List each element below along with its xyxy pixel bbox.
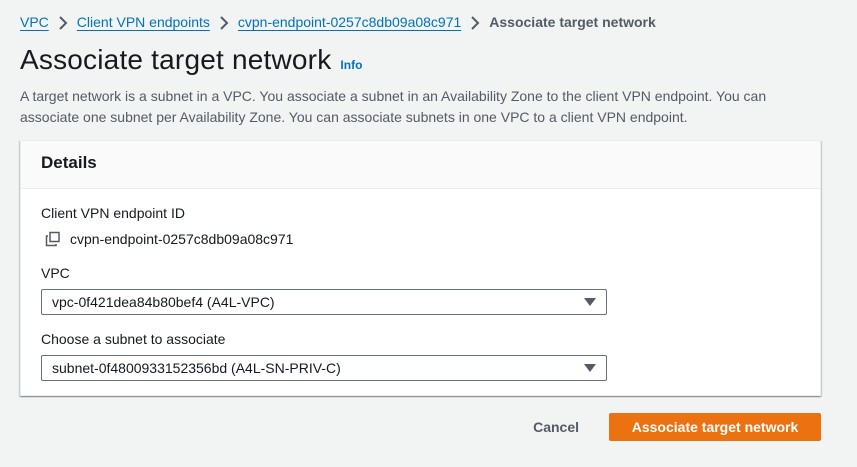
copy-icon[interactable] xyxy=(45,231,61,247)
page-title: Associate target network xyxy=(20,44,332,75)
associate-target-network-button[interactable]: Associate target network xyxy=(609,413,821,441)
subnet-label: Choose a subnet to associate xyxy=(41,331,226,347)
form-actions: Cancel Associate target network xyxy=(523,413,821,441)
breadcrumb-current: Associate target network xyxy=(489,14,656,31)
details-panel-header: Details xyxy=(21,141,820,189)
breadcrumb-vpc[interactable]: VPC xyxy=(20,14,49,30)
info-link[interactable]: Info xyxy=(340,58,362,72)
details-panel: Details Client VPN endpoint ID cvpn-endp… xyxy=(20,140,821,396)
endpoint-id-value: cvpn-endpoint-0257c8db09a08c971 xyxy=(70,231,294,247)
subnet-select-value: subnet-0f4800933152356bd (A4L-SN-PRIV-C) xyxy=(52,360,341,376)
caret-down-icon xyxy=(584,298,596,306)
endpoint-id-label: Client VPN endpoint ID xyxy=(41,205,185,221)
endpoint-id-row: cvpn-endpoint-0257c8db09a08c971 xyxy=(45,231,293,247)
chevron-right-icon xyxy=(49,14,77,31)
cancel-button[interactable]: Cancel xyxy=(523,413,589,441)
breadcrumb-client-vpn-endpoints[interactable]: Client VPN endpoints xyxy=(77,14,210,30)
subnet-select[interactable]: subnet-0f4800933152356bd (A4L-SN-PRIV-C) xyxy=(41,355,607,381)
page-header: Associate target network Info xyxy=(20,44,362,76)
breadcrumb-endpoint-id[interactable]: cvpn-endpoint-0257c8db09a08c971 xyxy=(238,14,461,30)
details-title: Details xyxy=(41,153,97,172)
vpc-select-value: vpc-0f421dea84b80bef4 (A4L-VPC) xyxy=(52,294,275,310)
chevron-right-icon xyxy=(210,14,238,31)
vpc-label: VPC xyxy=(41,265,70,281)
caret-down-icon xyxy=(584,364,596,372)
vpc-select[interactable]: vpc-0f421dea84b80bef4 (A4L-VPC) xyxy=(41,289,607,315)
page-description: A target network is a subnet in a VPC. Y… xyxy=(20,88,767,125)
chevron-right-icon xyxy=(461,14,489,31)
breadcrumb: VPC Client VPN endpoints cvpn-endpoint-0… xyxy=(20,14,656,30)
